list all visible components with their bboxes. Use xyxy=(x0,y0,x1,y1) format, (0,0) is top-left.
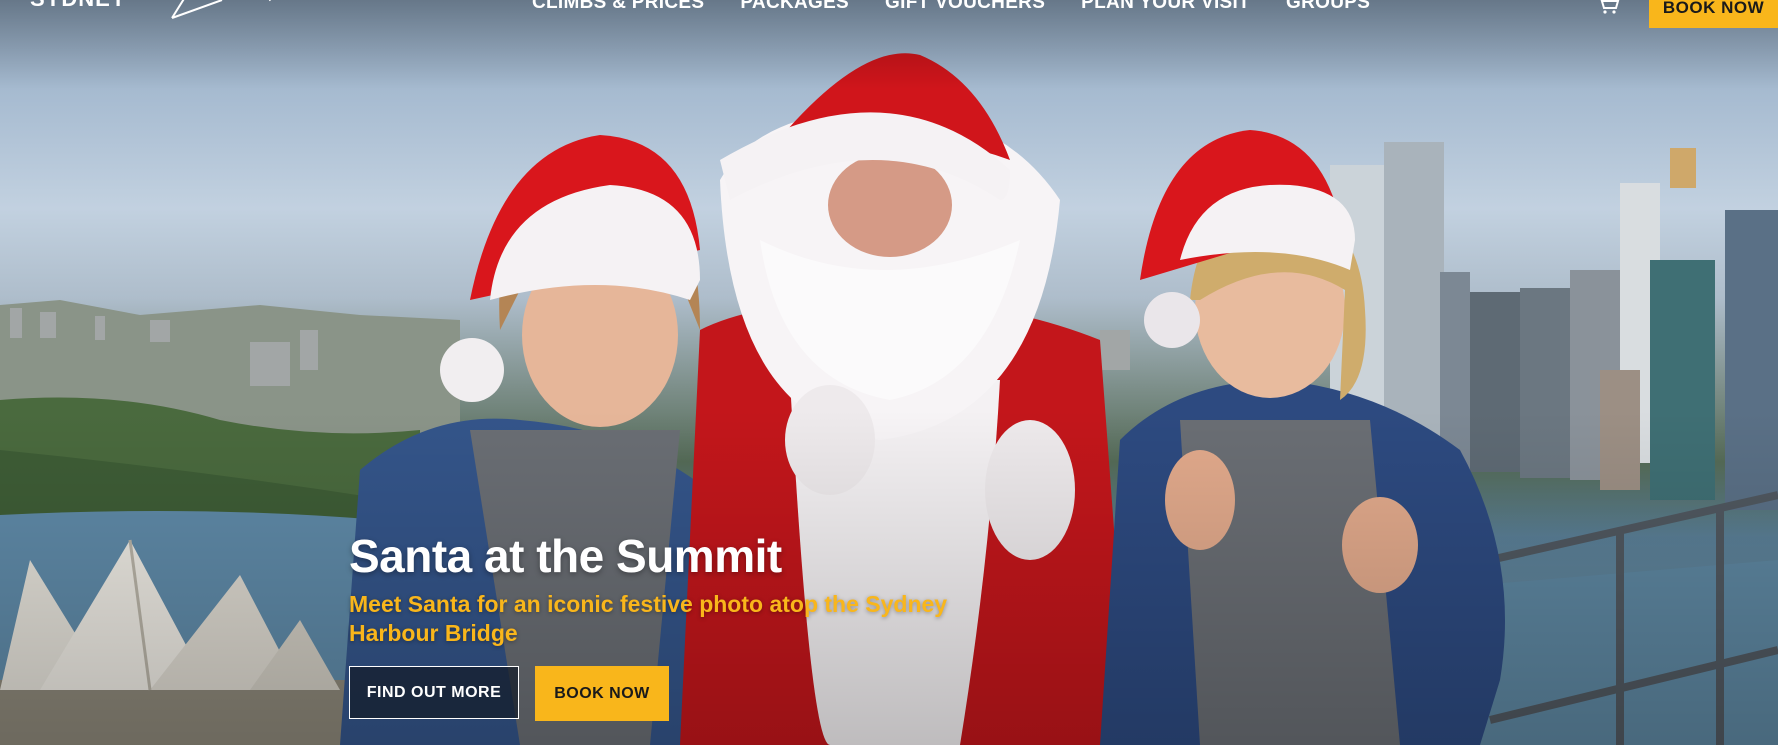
hero-copy: Santa at the Summit Meet Santa for an ic… xyxy=(349,528,969,648)
header-book-now-button[interactable]: BOOK NOW xyxy=(1649,0,1778,28)
site-logo[interactable]: SYDNEY xyxy=(30,0,271,28)
hero-subtitle: Meet Santa for an iconic festive photo a… xyxy=(349,591,948,646)
cart-icon[interactable] xyxy=(1596,0,1620,14)
nav-groups[interactable]: GROUPS xyxy=(1286,0,1370,14)
logo-text: SYDNEY xyxy=(30,0,126,10)
nav-plan-your-visit[interactable]: PLAN YOUR VISIT xyxy=(1081,0,1250,14)
main-nav: CLIMBS & PRICES PACKAGES GIFT VOUCHERS P… xyxy=(532,0,1370,14)
hero-cta-row: FIND OUT MORE BOOK NOW xyxy=(349,666,669,721)
find-out-more-button[interactable]: FIND OUT MORE xyxy=(349,666,519,719)
bridge-logo-icon xyxy=(171,0,271,19)
site-header: SYDNEY CLIMBS & PRICES PACKAGES GIFT VOU… xyxy=(0,0,1778,30)
nav-packages[interactable]: PACKAGES xyxy=(740,0,849,14)
nav-climbs-prices[interactable]: CLIMBS & PRICES xyxy=(532,0,704,14)
hero-title: Santa at the Summit xyxy=(349,530,782,582)
nav-gift-vouchers[interactable]: GIFT VOUCHERS xyxy=(885,0,1045,14)
hero-book-now-button[interactable]: BOOK NOW xyxy=(535,666,669,721)
